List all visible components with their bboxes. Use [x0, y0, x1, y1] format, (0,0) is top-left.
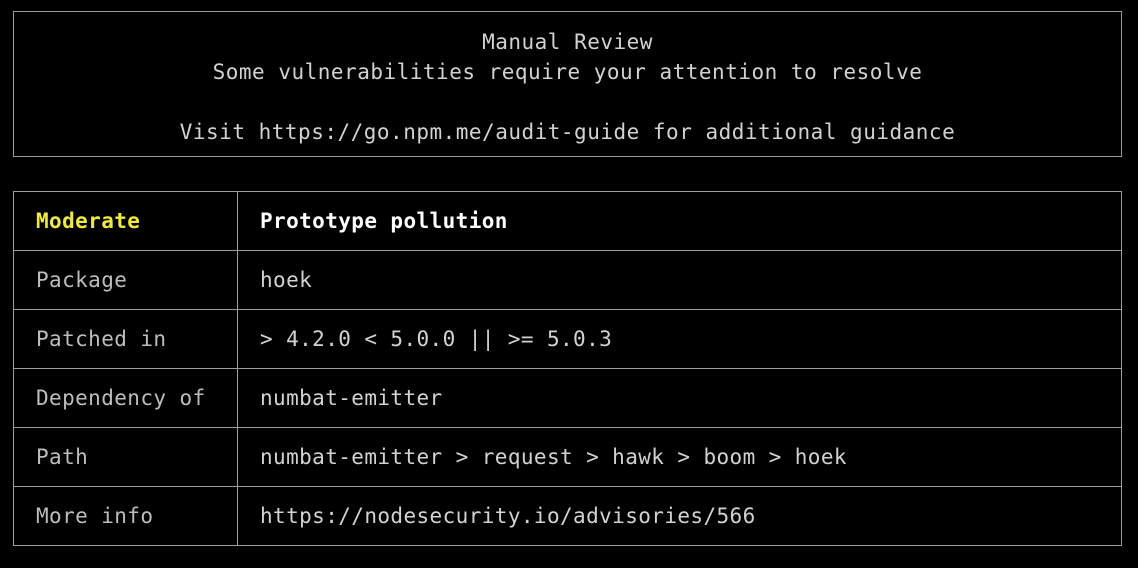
row-label-path: Path [13, 427, 238, 487]
row-label-patched-in: Patched in [13, 309, 238, 369]
severity-badge: Moderate [13, 191, 238, 251]
row-label-dependency-of: Dependency of [13, 368, 238, 428]
banner-subtitle: Some vulnerabilities require your attent… [212, 60, 923, 84]
manual-review-banner: Manual Review Some vulnerabilities requi… [13, 11, 1122, 157]
row-value-package: hoek [237, 250, 1122, 310]
row-value-path: numbat-emitter > request > hawk > boom >… [237, 427, 1122, 487]
table-row: Package hoek [13, 250, 1122, 310]
advisory-title: Prototype pollution [237, 191, 1122, 251]
row-value-patched-in: > 4.2.0 < 5.0.0 || >= 5.0.3 [237, 309, 1122, 369]
table-row: Path numbat-emitter > request > hawk > b… [13, 427, 1122, 487]
banner-title: Manual Review [482, 30, 653, 54]
table-row: Patched in > 4.2.0 < 5.0.0 || >= 5.0.3 [13, 309, 1122, 369]
advisory-table: Moderate Prototype pollution Package hoe… [13, 191, 1122, 546]
table-row-severity: Moderate Prototype pollution [13, 191, 1122, 251]
terminal-screen: Manual Review Some vulnerabilities requi… [0, 0, 1138, 568]
row-value-dependency-of: numbat-emitter [237, 368, 1122, 428]
advisory-table-body: Moderate Prototype pollution Package hoe… [13, 191, 1122, 546]
table-row: Dependency of numbat-emitter [13, 368, 1122, 428]
table-row: More info https://nodesecurity.io/adviso… [13, 486, 1122, 546]
row-label-package: Package [13, 250, 238, 310]
row-value-more-info[interactable]: https://nodesecurity.io/advisories/566 [237, 486, 1122, 546]
row-label-more-info: More info [13, 486, 238, 546]
banner-guidance: Visit https://go.npm.me/audit-guide for … [179, 120, 956, 144]
